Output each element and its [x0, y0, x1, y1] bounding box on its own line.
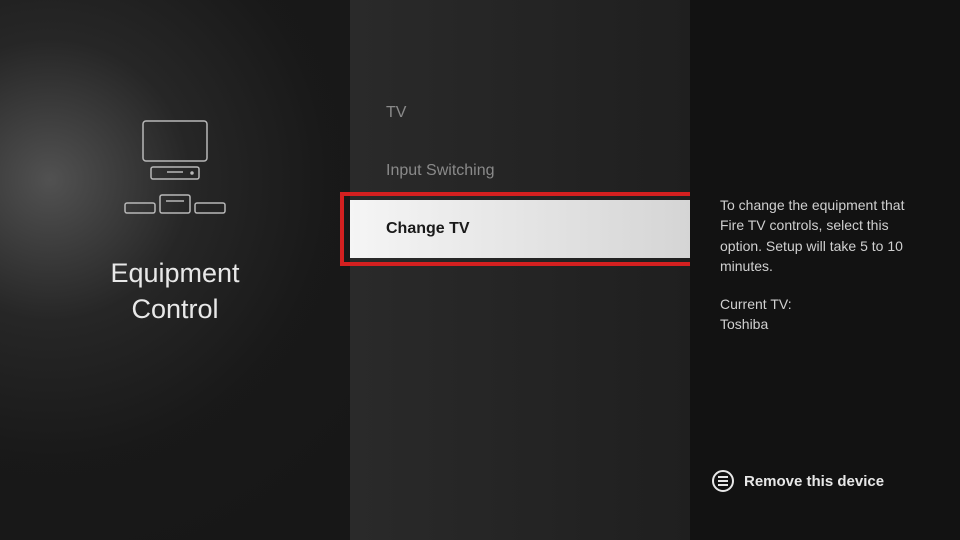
menu-item-label: TV	[386, 104, 406, 122]
menu-item-label: Change TV	[386, 220, 470, 238]
current-device-block: Current TV: Toshiba	[720, 294, 930, 335]
remove-device-button[interactable]: Remove this device	[712, 470, 884, 492]
menu-item-tv[interactable]: TV	[350, 84, 690, 142]
menu-icon	[712, 470, 734, 492]
current-device-label: Current TV:	[720, 296, 792, 312]
menu-item-label: Input Switching	[386, 162, 495, 180]
menu-list: TV Input Switching Change TV	[350, 0, 690, 258]
menu-panel: TV Input Switching Change TV	[350, 0, 690, 540]
description-text: To change the equipment that Fire TV con…	[720, 195, 930, 276]
details-panel: To change the equipment that Fire TV con…	[690, 0, 960, 540]
remove-device-label: Remove this device	[744, 473, 884, 490]
equipment-control-icon	[121, 113, 229, 228]
title-line-1: Equipment	[110, 256, 239, 291]
title-line-2: Control	[110, 292, 239, 327]
section-title: Equipment Control	[110, 256, 239, 326]
current-device-value: Toshiba	[720, 316, 768, 332]
description-block: To change the equipment that Fire TV con…	[720, 195, 930, 335]
menu-item-change-tv[interactable]: Change TV	[350, 200, 690, 258]
menu-item-input-switching[interactable]: Input Switching	[350, 142, 690, 200]
left-panel: Equipment Control	[0, 0, 350, 540]
